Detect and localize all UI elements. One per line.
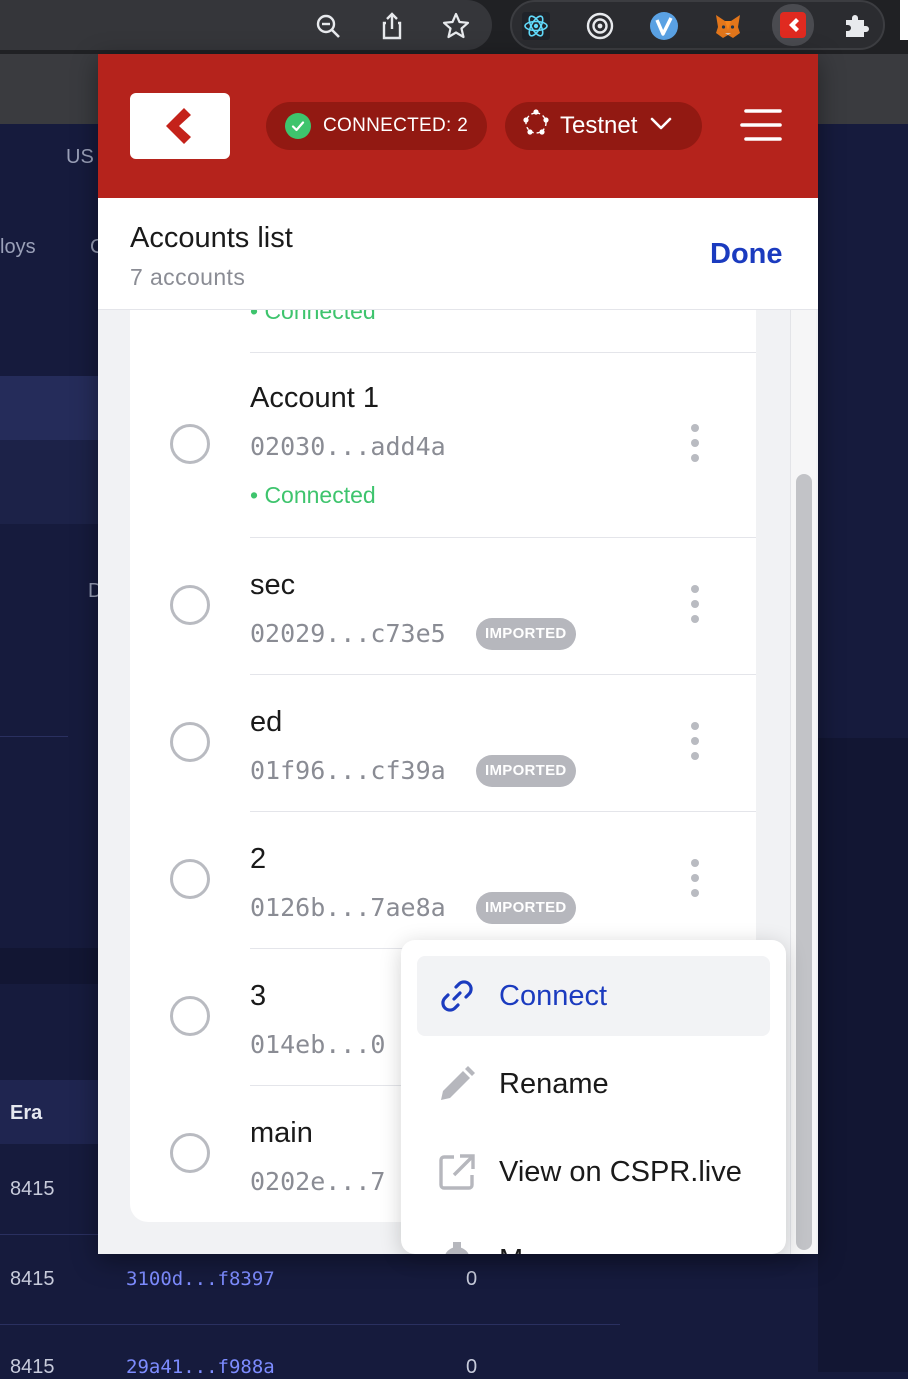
account-name: main [250, 1117, 313, 1149]
background-value-cell: 0 [466, 1356, 478, 1378]
network-label: Testnet [560, 112, 638, 139]
account-radio[interactable] [170, 424, 210, 464]
menu-item-label: Connect [499, 979, 608, 1012]
background-era-cell: 8415 [10, 1178, 55, 1200]
accounts-list-header: Accounts list 7 accounts Done [98, 198, 818, 310]
background-era-cell: 8415 [10, 1268, 55, 1290]
target-icon[interactable] [580, 6, 620, 46]
menu-item-label: M [499, 1244, 523, 1255]
row-divider [250, 674, 756, 675]
kebab-menu-icon[interactable] [688, 424, 702, 466]
row-divider [250, 537, 756, 538]
account-status: • Connected [250, 310, 376, 324]
casper-logo [130, 93, 230, 159]
account-hash: 014eb...0 [250, 1030, 386, 1059]
kebab-menu-icon[interactable] [688, 585, 702, 627]
v-extension-icon[interactable] [644, 6, 684, 46]
connected-status-pill[interactable]: CONNECTED: 2 [266, 102, 487, 150]
background-selected-row [0, 376, 98, 440]
account-radio[interactable] [170, 996, 210, 1036]
background-nav-text: loys [0, 236, 36, 258]
background-hash-link[interactable]: 3100d...f8397 [126, 1268, 275, 1290]
account-row[interactable]: 2 0126b...7ae8a IMPORTED [130, 811, 756, 948]
chevron-down-icon [649, 111, 673, 142]
background-band [0, 948, 98, 984]
background-header-text: US [66, 146, 94, 168]
menu-item-label: View on CSPR.live [499, 1155, 742, 1188]
puzzle-icon[interactable] [836, 6, 876, 46]
menu-item-rename[interactable]: Rename [417, 1044, 770, 1124]
account-name: 3 [250, 980, 267, 1012]
account-hash: 02030...add4a [250, 432, 446, 461]
accounts-count: 7 accounts [130, 264, 246, 290]
share-icon[interactable] [372, 6, 412, 46]
done-button[interactable]: Done [710, 238, 783, 271]
background-row-divider [0, 1324, 620, 1325]
account-radio[interactable] [170, 585, 210, 625]
react-devtools-icon[interactable] [516, 6, 556, 46]
background-divider [0, 736, 68, 737]
account-hash: 01f96...cf39a [250, 756, 446, 785]
account-hash: 0126b...7ae8a [250, 893, 446, 922]
account-row[interactable]: Account 1 02030...add4a • Connected [130, 352, 756, 537]
account-name: ed [250, 706, 283, 738]
account-name: 2 [250, 843, 267, 875]
account-radio[interactable] [170, 1133, 210, 1173]
window-edge [900, 0, 908, 40]
pencil-icon [437, 1064, 477, 1104]
background-era-cell: 8415 [10, 1356, 55, 1378]
background-hash-link[interactable]: 29a41...f988a [126, 1356, 275, 1378]
imported-badge: IMPORTED [476, 618, 576, 650]
gear-icon [437, 1240, 477, 1254]
background-right-panel [818, 738, 908, 1372]
hamburger-menu-icon[interactable] [740, 108, 782, 142]
background-row-band [0, 440, 98, 524]
bookmark-star-icon[interactable] [436, 6, 476, 46]
account-hash: 0202e...7 [250, 1167, 386, 1196]
account-name: sec [250, 569, 296, 601]
account-hash: 02029...c73e5 [250, 619, 446, 648]
extensions-bar [510, 0, 885, 50]
network-icon [521, 108, 551, 145]
link-icon [437, 976, 477, 1016]
account-status: • Connected [250, 482, 376, 508]
background-value-cell: 0 [466, 1268, 478, 1290]
external-link-icon [437, 1152, 477, 1192]
zoom-out-icon[interactable] [308, 6, 348, 46]
casper-signer-icon[interactable] [772, 4, 814, 46]
address-bar-end [0, 0, 492, 50]
menu-item-label: Rename [499, 1067, 609, 1100]
menu-item-more[interactable]: M [417, 1220, 770, 1254]
menu-item-view-on-cspr-live[interactable]: View on CSPR.live [417, 1132, 770, 1212]
imported-badge: IMPORTED [476, 892, 576, 924]
row-divider [250, 811, 756, 812]
account-radio[interactable] [170, 859, 210, 899]
network-selector[interactable]: Testnet [505, 102, 702, 150]
account-context-menu: Connect Rename View on CSPR.live M [401, 940, 786, 1254]
account-name: Account 1 [250, 382, 379, 414]
account-radio[interactable] [170, 722, 210, 762]
connected-count-label: CONNECTED: 2 [323, 115, 469, 136]
scrollbar[interactable] [790, 310, 816, 1254]
kebab-menu-icon[interactable] [688, 859, 702, 901]
scrollbar-thumb[interactable] [796, 474, 812, 1250]
browser-toolbar [0, 0, 908, 54]
menu-item-connect[interactable]: Connect [417, 956, 770, 1036]
check-circle-icon [285, 113, 311, 139]
imported-badge: IMPORTED [476, 755, 576, 787]
popup-header: CONNECTED: 2 Testnet [98, 54, 818, 198]
account-row[interactable]: ed 01f96...cf39a IMPORTED [130, 674, 756, 811]
metamask-fox-icon[interactable] [708, 6, 748, 46]
account-row[interactable]: sec 02029...c73e5 IMPORTED [130, 537, 756, 674]
kebab-menu-icon[interactable] [688, 722, 702, 764]
background-era-header: Era [10, 1102, 43, 1124]
page-title: Accounts list [130, 222, 293, 254]
